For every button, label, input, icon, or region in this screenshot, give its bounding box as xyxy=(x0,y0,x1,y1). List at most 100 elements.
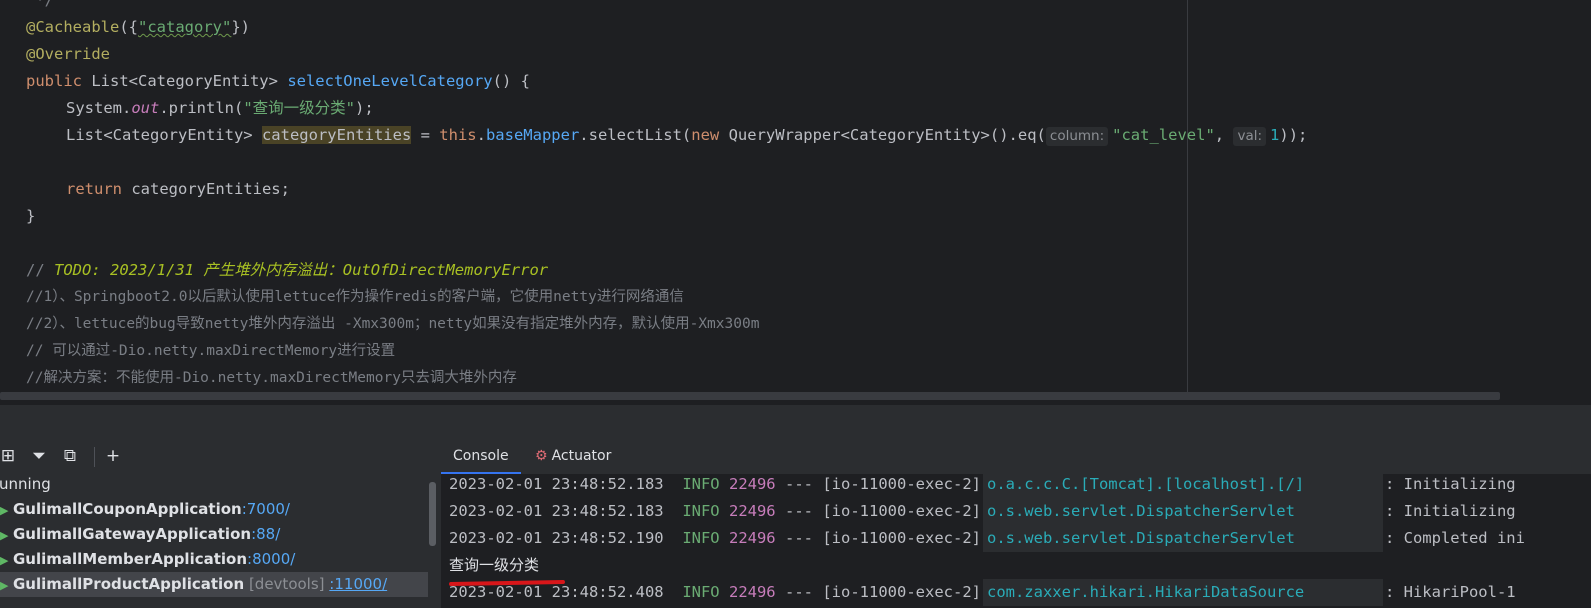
service-name: GulimallGatewayApplication xyxy=(13,525,252,543)
code-line: return categoryEntities; xyxy=(66,176,290,203)
code-token: categoryEntities; xyxy=(122,180,290,198)
run-icon: ▶ xyxy=(0,579,9,592)
keyword-token: new xyxy=(691,126,720,144)
log-pid: 22496 xyxy=(728,502,776,520)
service-name: GulimallMemberApplication xyxy=(13,550,248,568)
log-timestamp: 2023-02-01 23:48:52.183 xyxy=(449,475,664,493)
tree-group-running[interactable]: unning xyxy=(0,472,427,497)
service-port[interactable]: :8000/ xyxy=(247,550,295,568)
parameter-hint: val: xyxy=(1233,127,1267,146)
log-logger: o.s.web.servlet.DispatcherServlet xyxy=(986,529,1295,547)
log-logger: o.s.web.servlet.DispatcherServlet xyxy=(986,502,1295,520)
service-item-gateway[interactable]: ▶ GulimallGatewayApplication:88/ xyxy=(0,522,428,547)
annotation-token: @Cacheable xyxy=(26,18,120,36)
service-port-link[interactable]: :11000/ xyxy=(329,575,387,593)
code-line: */ xyxy=(26,0,54,9)
code-token: ({ xyxy=(119,18,138,36)
services-scrollbar[interactable] xyxy=(429,482,436,546)
tab-actuator[interactable]: ⚙ Actuator xyxy=(531,440,615,472)
console-panel: Console ⚙ Actuator 2023-02-01 23:48:52.18… xyxy=(441,440,1591,608)
log-line: 2023-02-01 23:48:52.190 INFO 22496 --- [… xyxy=(449,525,1525,552)
code-token: = xyxy=(411,126,440,144)
code-editor[interactable]: */ @Cacheable({"catagory"}) @Override pu… xyxy=(0,0,1591,404)
comment-line: //解决方案：不能使用-Dio.netty.maxDirectMemory只去调… xyxy=(26,370,517,386)
log-logger: com.zaxxer.hikari.HikariDataSource xyxy=(986,583,1305,601)
keyword-token: public xyxy=(26,72,82,90)
horizontal-scrollbar[interactable] xyxy=(0,392,1500,400)
group-label: unning xyxy=(0,475,51,493)
string-token: "catagory" xyxy=(138,18,232,36)
field-token: baseMapper xyxy=(485,126,580,144)
service-port[interactable]: :7000/ xyxy=(242,500,290,518)
code-token: List<CategoryEntity> xyxy=(66,126,262,144)
log-pid: 22496 xyxy=(728,529,776,547)
actuator-icon: ⚙ xyxy=(535,448,548,464)
log-separator: --- xyxy=(785,583,813,601)
keyword-token: return xyxy=(66,180,122,198)
service-item-product[interactable]: ▶ GulimallProductApplication [devtools] :… xyxy=(0,572,428,597)
toolbar-divider xyxy=(94,447,95,467)
log-timestamp: 2023-02-01 23:48:52.183 xyxy=(449,502,664,520)
log-line: 2023-02-01 23:48:52.408 INFO 22496 --- [… xyxy=(449,579,1516,606)
filter-icon[interactable]: ⏷ xyxy=(27,444,51,468)
code-token: )); xyxy=(1279,126,1308,144)
comment-line: // 可以通过-Dio.netty.maxDirectMemory进行设置 xyxy=(26,343,396,359)
log-timestamp: 2023-02-01 23:48:52.408 xyxy=(449,583,664,601)
services-panel: ⊞ ⏷ ⧉ + unning ▶ GulimallCouponApplicatio… xyxy=(0,440,442,608)
log-message: : Initializing xyxy=(1384,502,1516,520)
log-thread: [io-11000-exec-2] xyxy=(822,502,981,520)
add-service-icon[interactable]: + xyxy=(101,444,125,468)
comment-line: //2）、lettuce的bug导致netty堆外内存溢出 -Xmx300m；n… xyxy=(26,316,760,332)
group-by-icon[interactable]: ⊞ xyxy=(0,444,20,468)
keyword-token: this xyxy=(439,126,477,144)
code-line: public List<CategoryEntity> selectOneLev… xyxy=(26,68,530,95)
log-pid: 22496 xyxy=(728,475,776,493)
tab-console[interactable]: Console xyxy=(441,440,521,474)
code-line: List<CategoryEntity> categoryEntities = … xyxy=(66,122,1307,149)
run-icon: ▶ xyxy=(0,529,9,542)
service-port[interactable]: :88/ xyxy=(251,525,280,543)
log-logger: o.a.c.c.C.[Tomcat].[localhost].[/] xyxy=(986,475,1305,493)
panel-splitter[interactable] xyxy=(0,404,1591,441)
number-token: 1 xyxy=(1270,126,1280,144)
new-tab-icon[interactable]: ⧉ xyxy=(58,444,82,468)
log-line: 2023-02-01 23:48:52.183 INFO 22496 --- [… xyxy=(449,471,1516,498)
comment-token: // xyxy=(26,261,54,279)
code-token: }) xyxy=(231,18,250,36)
code-line: } xyxy=(26,207,36,225)
log-separator: --- xyxy=(785,475,813,493)
tab-label: Console xyxy=(453,448,509,464)
log-message: : HikariPool-1 xyxy=(1384,583,1516,601)
log-level: INFO xyxy=(682,583,720,601)
service-item-coupon[interactable]: ▶ GulimallCouponApplication:7000/ xyxy=(0,497,428,522)
log-message: : Initializing xyxy=(1384,475,1516,493)
log-level: INFO xyxy=(682,502,720,520)
comment-line: //1）、Springboot2.0以后默认使用lettuce作为操作redis… xyxy=(26,289,684,305)
code-line: System.out.println("查询一级分类"); xyxy=(66,95,374,122)
service-item-member[interactable]: ▶ GulimallMemberApplication:8000/ xyxy=(0,547,428,572)
code-token: () { xyxy=(492,72,530,90)
log-separator: --- xyxy=(785,529,813,547)
right-margin-guide xyxy=(1187,0,1188,392)
service-name: GulimallCouponApplication xyxy=(13,500,242,518)
log-thread: [io-11000-exec-2] xyxy=(822,583,981,601)
code-token: List<CategoryEntity> xyxy=(82,72,288,90)
todo-comment: TODO: 2023/1/31 产生堆外内存溢出：OutOfDirectMemo… xyxy=(54,261,549,279)
log-pid: 22496 xyxy=(728,583,776,601)
highlighted-variable[interactable]: categoryEntities xyxy=(261,126,412,144)
code-token: .selectList( xyxy=(579,126,692,144)
console-tabs: Console ⚙ Actuator xyxy=(441,440,1591,474)
code-token: QueryWrapper<CategoryEntity>().eq( xyxy=(719,126,1046,144)
code-token: .println( xyxy=(159,99,244,117)
code-token: , xyxy=(1214,126,1234,144)
log-level: INFO xyxy=(682,475,720,493)
log-level: INFO xyxy=(682,529,720,547)
services-toolbar: ⊞ ⏷ ⧉ + xyxy=(0,440,441,476)
run-icon: ▶ xyxy=(0,554,9,567)
run-icon: ▶ xyxy=(0,504,9,517)
code-line: @Override xyxy=(26,45,110,63)
service-name: GulimallProductApplication xyxy=(13,575,245,593)
code-line: // TODO: 2023/1/31 产生堆外内存溢出：OutOfDirectM… xyxy=(26,257,548,284)
code-token: ); xyxy=(355,99,374,117)
log-timestamp: 2023-02-01 23:48:52.190 xyxy=(449,529,664,547)
